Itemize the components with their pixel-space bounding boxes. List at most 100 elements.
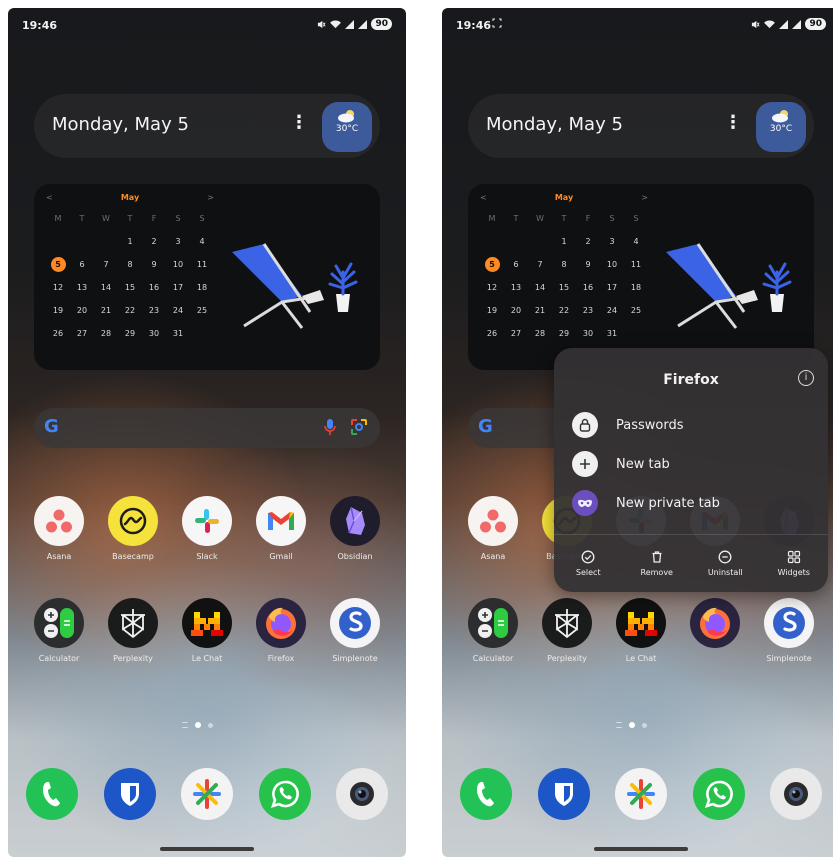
app-lechat[interactable]: Le Chat [608, 598, 674, 700]
calendar-next-button[interactable]: > [641, 193, 648, 202]
calendar-day[interactable]: 26 [46, 325, 70, 341]
calendar-day[interactable]: 20 [504, 302, 528, 318]
calendar-day[interactable]: 31 [600, 325, 624, 341]
calendar-day[interactable]: 10 [600, 256, 624, 272]
page-dot-feed[interactable] [616, 722, 622, 728]
calendar-day[interactable]: 26 [480, 325, 504, 341]
dock-app-phone[interactable] [26, 768, 78, 820]
calendar-day[interactable]: 8 [552, 256, 576, 272]
app-info-icon[interactable]: i [798, 370, 814, 386]
page-dot[interactable] [208, 722, 213, 728]
dock-app-photos[interactable] [181, 768, 233, 820]
calendar-next-button[interactable]: > [207, 193, 214, 202]
calendar-day[interactable]: 9 [142, 256, 166, 272]
dock-app-phone[interactable] [460, 768, 512, 820]
calendar-day[interactable]: 17 [600, 279, 624, 295]
more-options-icon[interactable]: ⋮ [724, 112, 742, 133]
uninstall-button[interactable]: Uninstall [697, 550, 753, 577]
calendar-day[interactable]: 4 [190, 233, 214, 249]
calendar-day[interactable]: 28 [528, 325, 552, 341]
calendar-day[interactable]: 17 [166, 279, 190, 295]
calendar-day[interactable]: 31 [166, 325, 190, 341]
calendar-day[interactable]: 22 [118, 302, 142, 318]
app-perplexity[interactable]: Perplexity [534, 598, 600, 700]
remove-button[interactable]: Remove [629, 550, 685, 577]
dock-app-camera[interactable] [770, 768, 822, 820]
calendar-day[interactable]: 11 [624, 256, 648, 272]
app-simplenote[interactable]: Simplenote [756, 598, 822, 700]
app-slack[interactable]: Slack [174, 496, 240, 598]
app-simplenote[interactable]: Simplenote [322, 598, 388, 700]
calendar-day[interactable]: 21 [94, 302, 118, 318]
calendar-prev-button[interactable]: < [46, 193, 53, 202]
calendar-day[interactable]: 10 [166, 256, 190, 272]
calendar-day[interactable]: 1 [118, 233, 142, 249]
page-dot[interactable] [642, 722, 647, 728]
calendar-day[interactable]: 1 [552, 233, 576, 249]
calendar-widget[interactable]: < May > M T W T F S S 1 2 3 4 5 6 7 8 9 10 11 12 13 14 15 16 17… [468, 184, 814, 370]
app-lechat[interactable]: Le Chat [174, 598, 240, 700]
calendar-day[interactable]: 30 [142, 325, 166, 341]
app-asana[interactable]: Asana [26, 496, 92, 598]
weather-button[interactable]: 30°C [322, 102, 372, 152]
calendar-day[interactable]: 11 [190, 256, 214, 272]
google-lens-icon[interactable] [350, 418, 368, 436]
calendar-day[interactable]: 20 [70, 302, 94, 318]
app-calculator[interactable]: Calculator [26, 598, 92, 700]
app-gmail[interactable]: Gmail [248, 496, 314, 598]
calendar-day[interactable]: 16 [576, 279, 600, 295]
dock-app-bitwarden[interactable] [537, 768, 590, 820]
date-widget[interactable]: Monday, May 5 ⋮ 30°C [468, 94, 814, 158]
calendar-day[interactable]: 27 [504, 325, 528, 341]
calendar-day[interactable]: 18 [624, 279, 648, 295]
calendar-day[interactable]: 29 [552, 325, 576, 341]
menu-item-new-private-tab[interactable]: New private tab [572, 490, 720, 516]
dock-app-photos[interactable] [615, 768, 667, 820]
calendar-day[interactable]: 6 [70, 256, 94, 272]
calendar-day[interactable]: 19 [480, 302, 504, 318]
app-asana[interactable]: Asana [460, 496, 526, 598]
calendar-day[interactable]: 13 [504, 279, 528, 295]
calendar-day[interactable]: 8 [118, 256, 142, 272]
calendar-day[interactable]: 27 [70, 325, 94, 341]
page-dot-current[interactable] [195, 722, 201, 728]
calendar-day[interactable]: 25 [190, 302, 214, 318]
page-dot-current[interactable] [629, 722, 635, 728]
calendar-day[interactable]: 16 [142, 279, 166, 295]
page-indicator[interactable] [182, 722, 213, 728]
calendar-day[interactable]: 12 [480, 279, 504, 295]
app-obsidian[interactable]: Obsidian [322, 496, 388, 598]
calendar-day-today[interactable]: 5 [46, 256, 70, 272]
calendar-day[interactable]: 7 [94, 256, 118, 272]
calendar-day[interactable]: 4 [624, 233, 648, 249]
calendar-day[interactable]: 30 [576, 325, 600, 341]
calendar-day[interactable]: 7 [528, 256, 552, 272]
calendar-day[interactable]: 2 [576, 233, 600, 249]
calendar-prev-button[interactable]: < [480, 193, 487, 202]
calendar-widget[interactable]: < May > M T W T F S S 1 2 3 4 5 6 7 8 9 10 11 12 13 14 15 16 17… [34, 184, 380, 370]
calendar-day[interactable]: 2 [142, 233, 166, 249]
dock-app-whatsapp[interactable] [258, 768, 311, 820]
navigation-handle[interactable] [594, 847, 688, 851]
calendar-day[interactable]: 22 [552, 302, 576, 318]
app-perplexity[interactable]: Perplexity [100, 598, 166, 700]
calendar-day[interactable]: 28 [94, 325, 118, 341]
date-widget[interactable]: Monday, May 5 ⋮ 30°C [34, 94, 380, 158]
page-dot-feed[interactable] [182, 722, 188, 728]
calendar-day[interactable]: 6 [504, 256, 528, 272]
menu-item-new-tab[interactable]: New tab [572, 451, 670, 477]
dock-app-whatsapp[interactable] [692, 768, 745, 820]
app-calculator[interactable]: Calculator [460, 598, 526, 700]
app-firefox[interactable] [682, 598, 748, 700]
calendar-day[interactable]: 3 [166, 233, 190, 249]
select-button[interactable]: Select [560, 550, 616, 577]
page-indicator[interactable] [616, 722, 647, 728]
calendar-day[interactable]: 15 [552, 279, 576, 295]
calendar-day[interactable]: 13 [70, 279, 94, 295]
calendar-day[interactable]: 23 [576, 302, 600, 318]
calendar-day[interactable]: 29 [118, 325, 142, 341]
calendar-day[interactable]: 24 [166, 302, 190, 318]
calendar-day[interactable]: 18 [190, 279, 214, 295]
weather-button[interactable]: 30°C [756, 102, 806, 152]
dock-app-bitwarden[interactable] [103, 768, 156, 820]
